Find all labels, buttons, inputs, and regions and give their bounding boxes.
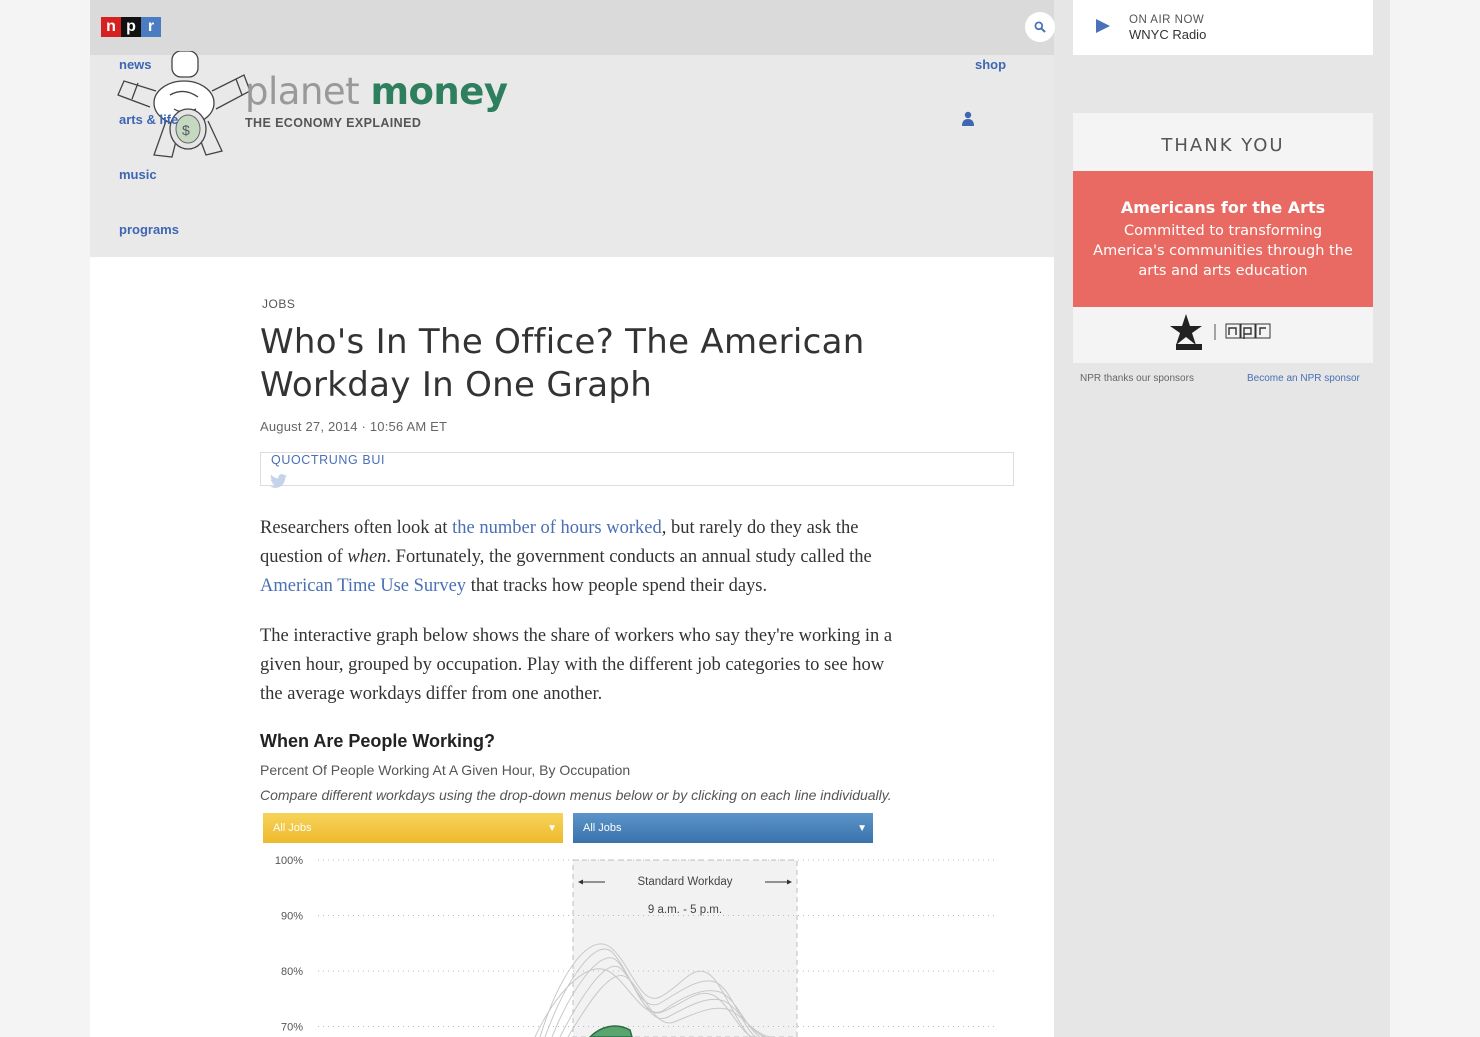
play-icon[interactable] (1095, 18, 1111, 34)
nav-arts-life[interactable]: arts & life (119, 112, 178, 127)
article-dateline: August 27, 2014 · 10:56 AM ET (260, 419, 448, 434)
logo-letter-r: r (141, 17, 161, 37)
show-title[interactable]: planet money (245, 70, 508, 113)
nav-programs[interactable]: programs (119, 222, 179, 237)
y-tick-label: 70% (281, 1022, 303, 1034)
on-air-widget[interactable]: ON AIR NOW WNYC Radio (1073, 0, 1373, 55)
show-tagline: THE ECONOMY EXPLAINED (245, 116, 422, 130)
y-axis-ticks: 100% 90% 80% 70% (275, 855, 303, 1034)
atus-link[interactable]: American Time Use Survey (260, 576, 466, 596)
band-label: Standard Workday (637, 876, 732, 888)
p1-text: Researchers often look at (260, 518, 453, 538)
page: n p r $ news arts & life music programs … (90, 0, 1390, 1037)
workday-chart[interactable]: 100% 90% 80% 70% Standard Workday 9 a.m. - … (260, 852, 1000, 1037)
thank-you-heading: THANK YOU (1161, 135, 1285, 156)
sponsor-description: Committed to transforming America's comm… (1093, 223, 1353, 279)
hours-worked-link[interactable]: the number of hours worked (452, 518, 662, 538)
caret-down-icon: ▼ (547, 823, 557, 834)
graphic-subtitle: Percent Of People Working At A Given Hou… (260, 762, 631, 778)
nav-news[interactable]: news (119, 57, 152, 72)
article-paragraph: Researchers often look at the number of … (260, 514, 910, 601)
y-tick-label: 90% (281, 911, 303, 923)
caret-down-icon: ▼ (857, 823, 867, 834)
logo-letter-n: n (101, 17, 121, 37)
graphic-note: Compare different workdays using the dro… (260, 787, 892, 803)
p1-text: . Fortunately, the government conducts a… (386, 547, 872, 567)
on-air-label: ON AIR NOW (1129, 14, 1205, 26)
sponsor-name: Americans for the Arts (1120, 198, 1326, 217)
p1-text: that tracks how people spend their days. (466, 576, 768, 596)
npr-small-logo (1225, 323, 1271, 339)
p1-emphasis: when (347, 547, 387, 567)
americans-for-the-arts-logo (1170, 314, 1202, 350)
search-button[interactable] (1025, 12, 1055, 42)
select-2-value: All Jobs (583, 822, 622, 834)
graphic-title: When Are People Working? (260, 731, 496, 751)
byline: QUOCTRUNG BUI (260, 452, 1014, 488)
band-hours: 9 a.m. - 5 p.m. (648, 904, 722, 916)
y-tick-label: 100% (275, 855, 303, 867)
nav-music[interactable]: music (119, 167, 157, 182)
sponsor-logos (1170, 314, 1271, 350)
become-sponsor-link[interactable]: Become an NPR sponsor (1247, 373, 1360, 384)
show-title-word1: planet (245, 70, 360, 113)
shop-link[interactable]: shop (975, 57, 1006, 72)
article-content: JOBS Who's In The Office? The American W… (90, 257, 1054, 1037)
npr-logo[interactable]: n p r (101, 17, 161, 37)
select-1-value: All Jobs (273, 822, 312, 834)
logo-letter-p: p (121, 17, 141, 37)
user-icon[interactable] (962, 111, 974, 127)
occupation-select-1[interactable]: All Jobs ▼ (263, 813, 563, 843)
article-paragraph: The interactive graph below shows the sh… (260, 626, 893, 704)
show-header: $ news arts & life music programs planet… (90, 51, 1054, 257)
occupation-select-2[interactable]: All Jobs ▼ (573, 813, 873, 843)
show-title-word2: money (370, 70, 508, 113)
svg-text:$: $ (182, 122, 190, 138)
sponsor-thanks-note: NPR thanks our sponsors (1080, 373, 1194, 384)
top-bar: n p r (90, 0, 1055, 55)
y-tick-label: 80% (281, 966, 303, 978)
author-link[interactable]: QUOCTRUNG BUI (271, 453, 385, 467)
twitter-icon[interactable] (270, 474, 287, 488)
on-air-station: WNYC Radio (1129, 27, 1207, 42)
search-icon (1034, 21, 1046, 33)
article-headline: Who's In The Office? The American Workda… (260, 322, 865, 405)
sponsor-banner[interactable]: Americans for the Arts Committed to tran… (1073, 171, 1373, 307)
article-slug[interactable]: JOBS (262, 297, 295, 311)
sponsor-ad[interactable]: THANK YOU Americans for the Arts Committ… (1073, 113, 1373, 363)
